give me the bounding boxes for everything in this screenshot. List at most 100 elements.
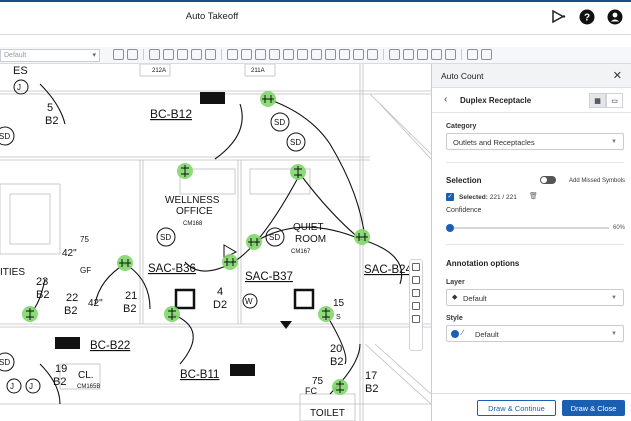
link-icon[interactable] [353,49,364,60]
measure-icon[interactable] [113,49,124,60]
style-select[interactable]: ∕ Default ▼ [446,325,624,342]
circuit-label: 4 [217,286,223,298]
junction-label: J [17,83,21,92]
room-number: CM165B [77,384,100,390]
category-select[interactable]: Outlets and Receptacles ▼ [446,133,624,150]
drawing-toolbar: Default ▾ [0,47,631,64]
highlight-marker [222,254,238,270]
download-icon[interactable] [481,49,492,60]
circuit-label: 22 [66,292,78,304]
confidence-slider-track[interactable] [449,227,609,229]
chevron-down-icon: ▼ [611,139,617,145]
annotation-title: Annotation options [446,259,520,268]
selected-status: Selected: 221 / 221 [459,194,517,201]
area-icon[interactable] [127,49,138,60]
eraser-icon[interactable] [339,49,350,60]
pencil-icon[interactable] [297,49,308,60]
category-value: Outlets and Receptacles [453,138,535,147]
junction-label: SD [269,233,280,242]
target-icon[interactable] [550,8,567,25]
circuit-label: 5 [47,102,53,114]
drawing-tag: SAC-B36 [148,263,196,275]
circuit-label: D2 [213,299,227,311]
layer-select[interactable]: ◆ Default ▼ [446,289,624,306]
filter-icon[interactable] [417,49,428,60]
note-icon[interactable] [269,49,280,60]
line-style-icon: ∕ [462,328,464,337]
move-icon[interactable] [431,49,442,60]
junction-label: J [29,382,33,391]
floor-plan[interactable]: BC-B12 SAC-B36 SAC-B37 SAC-B24 BC-B22 BC… [0,64,431,421]
room-label: CL. [78,370,94,381]
junction-label: SD [0,132,10,141]
circuit-label: 23 [36,276,48,288]
selected-checkbox[interactable]: ✓ [446,193,454,201]
select-icon[interactable] [412,276,420,284]
list-icon[interactable] [389,49,400,60]
stack-icon[interactable] [412,315,420,323]
app-title: Auto Takeoff [185,11,239,22]
brush-icon[interactable] [325,49,336,60]
highlight-marker [164,306,180,322]
scale-icon[interactable] [445,49,456,60]
panel-header: Auto Count ✕ [432,64,631,88]
panel-title: Auto Count [441,71,484,81]
image-view-icon[interactable]: ▭ [606,93,623,108]
toolbar-divider [383,49,384,60]
eye-icon[interactable] [403,49,414,60]
layers-icon[interactable] [412,289,420,297]
drawing-tag: BC-B22 [90,340,130,352]
circuit-label: 15 [333,298,345,309]
junction-label: SD [290,138,301,147]
crop-icon[interactable] [205,49,216,60]
drawing-tag: SAC-B37 [245,271,293,283]
rectangle-icon[interactable] [241,49,252,60]
user-icon[interactable] [606,8,623,25]
room-label: TOILET [310,408,345,419]
arrow-icon[interactable] [283,49,294,60]
toolbar-divider [461,49,462,60]
audio-icon[interactable] [412,302,420,310]
circuit-label: B2 [330,356,343,368]
drawing-canvas[interactable]: BC-B12 SAC-B36 SAC-B37 SAC-B24 BC-B22 BC… [0,64,431,421]
room-label: ITIES [0,267,25,278]
pen-icon[interactable] [191,49,202,60]
layer-dropdown[interactable]: Default ▾ [0,49,100,62]
help-icon[interactable]: ? [578,8,595,25]
junction-label: S [336,314,341,321]
circuit-label: B2 [123,303,136,315]
hand-icon[interactable] [149,49,160,60]
floating-tool-strip [409,259,423,351]
draw-continue-button[interactable]: Draw & Continue [477,400,556,416]
hand-icon[interactable] [412,263,420,271]
close-icon[interactable]: ✕ [613,69,622,82]
chevron-down-icon: ▼ [611,331,617,337]
highlight-marker [354,229,370,245]
layer-label: Layer [446,279,465,286]
junction-labels: J J J W SD SD SD SD SD SD S FC [0,83,341,396]
circle-icon[interactable] [255,49,266,60]
draw-close-button[interactable]: Draw & Close [562,400,625,416]
text-icon[interactable] [177,49,188,60]
highlighter-icon[interactable] [311,49,322,60]
stamp-icon[interactable] [367,49,378,60]
add-missed-toggle[interactable] [540,176,556,184]
circuit-label: B2 [53,376,66,388]
confidence-slider-thumb[interactable] [446,224,454,232]
circuit-label: B2 [45,115,58,127]
header-icons: ? [550,8,623,25]
pointer-icon[interactable] [227,49,238,60]
top-bar: Auto Takeoff ? [0,0,631,35]
junction-label: SD [160,233,171,242]
tool-icons [113,49,492,60]
back-arrow-icon[interactable]: ‹ [444,94,447,105]
highlight-marker [260,91,276,107]
junction-label: SD [274,118,285,127]
trash-icon[interactable]: 🗑 [529,192,538,200]
grid-view-icon[interactable]: ▦ [589,93,606,108]
line-icon[interactable] [163,49,174,60]
layer-value: Default [463,294,487,303]
auto-count-panel: Auto Count ✕ ‹ Duplex Receptacle ▦ ▭ Cat… [431,64,631,421]
document-icon[interactable] [467,49,478,60]
chevron-down-icon: ▾ [92,52,96,59]
